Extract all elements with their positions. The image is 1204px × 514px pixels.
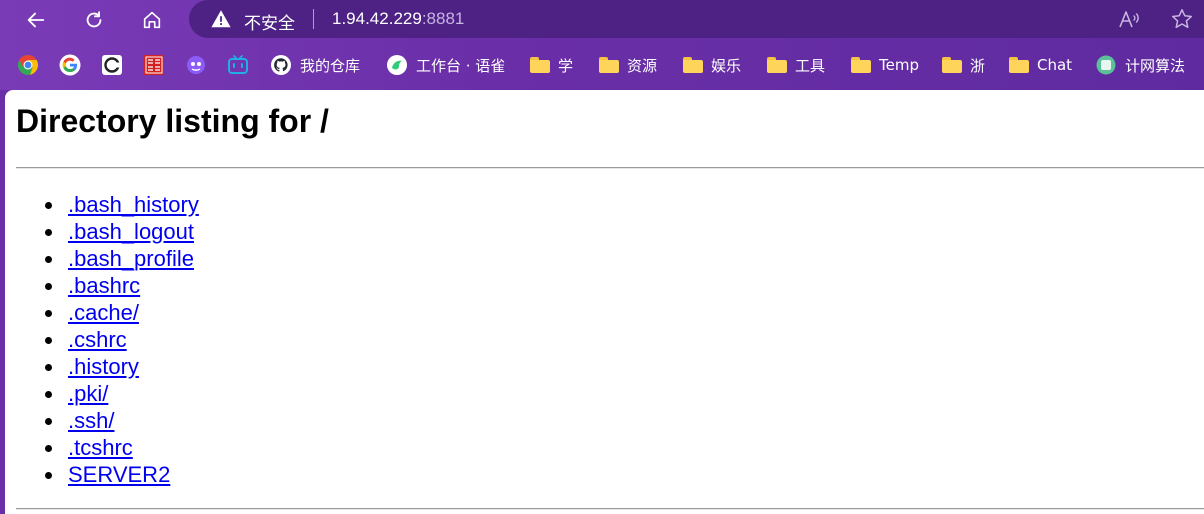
list-item: .bash_logout <box>45 218 199 245</box>
file-link[interactable]: .cache/ <box>68 300 139 325</box>
file-link[interactable]: .bashrc <box>68 273 140 298</box>
file-link[interactable]: .bash_profile <box>68 246 194 271</box>
browser-chrome: 不安全 1.94.42.229:8881 我的仓库 工作台 · 语雀 学 资源 … <box>0 0 1204 90</box>
url-port: :8881 <box>421 9 465 28</box>
address-separator <box>313 9 314 29</box>
bookmark-label: 娱乐 <box>711 56 742 75</box>
bookmark-google[interactable] <box>59 51 81 79</box>
folder-icon <box>599 57 619 73</box>
chrome-colored-icon <box>18 55 39 75</box>
bookmark-c[interactable] <box>101 51 123 79</box>
circle-app-icon <box>1096 55 1116 75</box>
file-link[interactable]: .bash_logout <box>68 219 194 244</box>
yuque-icon <box>387 55 407 75</box>
url-text[interactable]: 1.94.42.229:8881 <box>332 9 464 29</box>
list-item: SERVER2 <box>45 461 199 488</box>
bookmark-label: Chat <box>1037 56 1073 74</box>
bookmark-folder-chat[interactable]: Chat <box>1009 51 1072 79</box>
bookmark-github[interactable]: 我的仓库 <box>270 51 360 79</box>
bookmark-folder-resources[interactable]: 资源 <box>599 51 657 79</box>
bookmark-label: 学 <box>558 56 574 75</box>
bookmark-folder-zhe[interactable]: 浙 <box>942 51 985 79</box>
bookmark-label: 工具 <box>795 56 826 75</box>
arrow-left-icon <box>27 12 45 28</box>
bookmark-seal[interactable] <box>143 51 165 79</box>
file-link[interactable]: SERVER2 <box>68 462 170 487</box>
bookmark-label: 资源 <box>627 56 658 75</box>
bottom-divider <box>16 508 1204 510</box>
folder-icon <box>767 57 787 73</box>
url-host: 1.94.42.229 <box>332 9 422 28</box>
bilibili-tv-icon <box>228 55 248 74</box>
red-seal-icon <box>144 55 164 75</box>
list-item: .bash_profile <box>45 245 199 272</box>
bookmark-folder-temp[interactable]: Temp <box>851 51 919 79</box>
bookmark-label: 计网算法 <box>1125 56 1186 75</box>
folder-icon <box>942 57 962 73</box>
bookmark-purple-app[interactable] <box>185 51 207 79</box>
file-link[interactable]: .ssh/ <box>68 408 114 433</box>
bookmark-bilibili[interactable] <box>227 51 249 79</box>
github-icon <box>271 55 291 75</box>
file-link[interactable]: .bash_history <box>68 192 199 217</box>
bookmarks-bar: 我的仓库 工作台 · 语雀 学 资源 娱乐 工具 Temp 浙 Chat 计网算… <box>0 48 1204 82</box>
bookmark-label: 浙 <box>970 56 986 75</box>
folder-icon <box>1009 57 1029 73</box>
browser-toolbar: 不安全 1.94.42.229:8881 <box>0 0 1204 40</box>
bookmark-folder-tools[interactable]: 工具 <box>767 51 825 79</box>
folder-icon <box>683 57 703 73</box>
star-icon[interactable] <box>1170 7 1194 31</box>
bookmark-folder-xue[interactable]: 学 <box>530 51 573 79</box>
list-item: .cache/ <box>45 299 199 326</box>
file-link[interactable]: .history <box>68 354 139 379</box>
refresh-icon <box>86 11 102 28</box>
purple-app-icon <box>187 56 205 74</box>
page-content: Directory listing for / .bash_history .ba… <box>5 90 1204 514</box>
page-title: Directory listing for / <box>16 103 329 139</box>
file-link[interactable]: .cshrc <box>68 327 127 352</box>
back-button[interactable] <box>20 4 52 36</box>
list-item: .tcshrc <box>45 434 199 461</box>
google-icon <box>59 54 81 76</box>
list-item: .ssh/ <box>45 407 199 434</box>
bookmark-label: 工作台 · 语雀 <box>416 56 506 75</box>
folder-icon <box>851 57 871 73</box>
list-item: .pki/ <box>45 380 199 407</box>
home-icon <box>143 11 161 29</box>
security-label[interactable]: 不安全 <box>244 9 295 34</box>
list-item: .bashrc <box>45 272 199 299</box>
bookmark-label: Temp <box>879 56 919 74</box>
bookmark-network-algo[interactable]: 计网算法 <box>1095 51 1185 79</box>
warning-icon[interactable] <box>210 8 232 30</box>
list-item: .history <box>45 353 199 380</box>
read-aloud-icon[interactable] <box>1118 8 1142 30</box>
directory-listing: .bash_history .bash_logout .bash_profile .b… <box>45 191 199 488</box>
home-button[interactable] <box>136 4 168 36</box>
top-divider <box>16 167 1204 169</box>
list-item: .bash_history <box>45 191 199 218</box>
file-link[interactable]: .tcshrc <box>68 435 133 460</box>
bookmark-yuque[interactable]: 工作台 · 语雀 <box>386 51 505 79</box>
bookmark-folder-entertainment[interactable]: 娱乐 <box>683 51 741 79</box>
cloudflare-c-icon <box>102 55 122 75</box>
file-link[interactable]: .pki/ <box>68 381 108 406</box>
bookmark-label: 我的仓库 <box>300 56 361 75</box>
bookmark-chrome[interactable] <box>17 51 39 79</box>
folder-icon <box>530 57 550 73</box>
list-item: .cshrc <box>45 326 199 353</box>
refresh-button[interactable] <box>78 4 110 36</box>
address-bar[interactable]: 不安全 1.94.42.229:8881 <box>189 0 1204 38</box>
